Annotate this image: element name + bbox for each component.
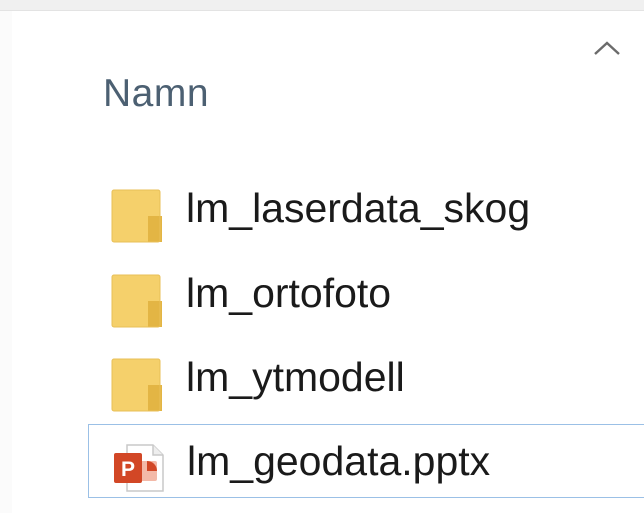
svg-text:P: P (121, 458, 135, 481)
powerpoint-file-icon: P (111, 439, 167, 497)
column-header-name[interactable]: Namn (103, 72, 209, 116)
file-row-lm-ortofoto[interactable]: lm_ortofoto (88, 261, 644, 335)
folder-icon (110, 271, 166, 329)
file-name-label: lm_ytmodell (186, 354, 405, 400)
file-row-lm-geodata-pptx[interactable]: P lm_geodata.pptx (88, 424, 644, 498)
navigation-pane-edge (0, 11, 12, 513)
file-name-label: lm_laserdata_skog (186, 185, 531, 231)
file-name-label: lm_ortofoto (186, 270, 392, 316)
window-top-border (0, 0, 644, 11)
file-row-lm-ytmodell[interactable]: lm_ytmodell (88, 345, 644, 419)
file-name-label: lm_geodata.pptx (187, 438, 491, 484)
folder-icon (110, 355, 166, 413)
sort-ascending-chevron-icon[interactable] (592, 38, 622, 58)
file-row-lm-laserdata-skog[interactable]: lm_laserdata_skog (88, 176, 644, 250)
folder-icon (110, 186, 166, 244)
